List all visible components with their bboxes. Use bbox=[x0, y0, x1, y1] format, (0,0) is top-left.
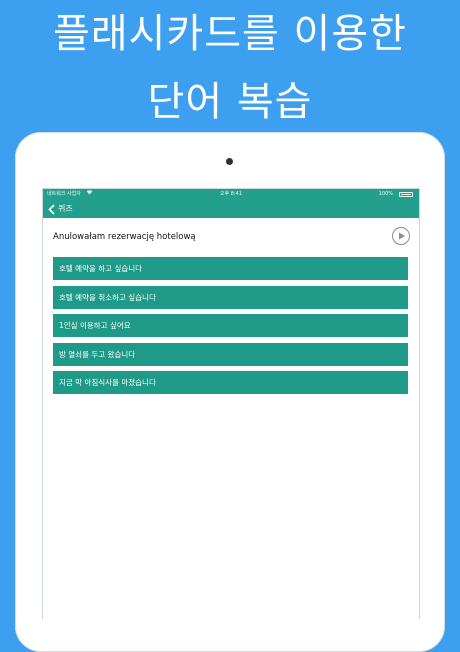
answer-option-1[interactable]: 호텔 예약을 하고 싶습니다 bbox=[53, 257, 408, 280]
headline-line-2: 단어 복습 bbox=[147, 79, 313, 125]
answer-option-4[interactable]: 방 열쇠를 두고 왔습니다 bbox=[53, 342, 408, 366]
answer-option-5[interactable]: 지금 막 아침식사를 마쳤습니다 bbox=[53, 371, 408, 394]
camera-dot bbox=[226, 158, 233, 165]
answer-option-3[interactable]: 1인실 이용하고 싶어요 bbox=[53, 314, 408, 337]
nav-bar: 퀴즈 bbox=[43, 200, 419, 218]
answer-list: 호텔 예약을 하고 싶습니다 호텔 예약을 취소하고 싶습니다 1인실 이용하고… bbox=[53, 257, 408, 400]
play-icon bbox=[399, 232, 405, 239]
app-screen: 네트워크 사업자 오후 8:41 100% 퀴즈 Anulowałam reze… bbox=[42, 188, 420, 619]
headline-line-1: 플래시카드를 이용한 bbox=[53, 11, 407, 57]
back-label: 퀴즈 bbox=[58, 204, 73, 213]
back-button[interactable]: 퀴즈 bbox=[48, 200, 73, 218]
answer-option-2[interactable]: 호텔 예약을 취소하고 싶습니다 bbox=[53, 285, 408, 309]
question-row: Anulowałam rezerwację hotelową bbox=[53, 227, 410, 249]
question-text: Anulowałam rezerwację hotelową bbox=[53, 232, 196, 242]
status-bar: 네트워크 사업자 오후 8:41 100% bbox=[43, 189, 419, 200]
battery-icon bbox=[399, 192, 413, 197]
status-time: 오후 8:41 bbox=[219, 191, 243, 197]
chevron-left-icon bbox=[48, 203, 55, 215]
battery-percent: 100% bbox=[378, 191, 393, 197]
play-button[interactable] bbox=[392, 227, 410, 245]
